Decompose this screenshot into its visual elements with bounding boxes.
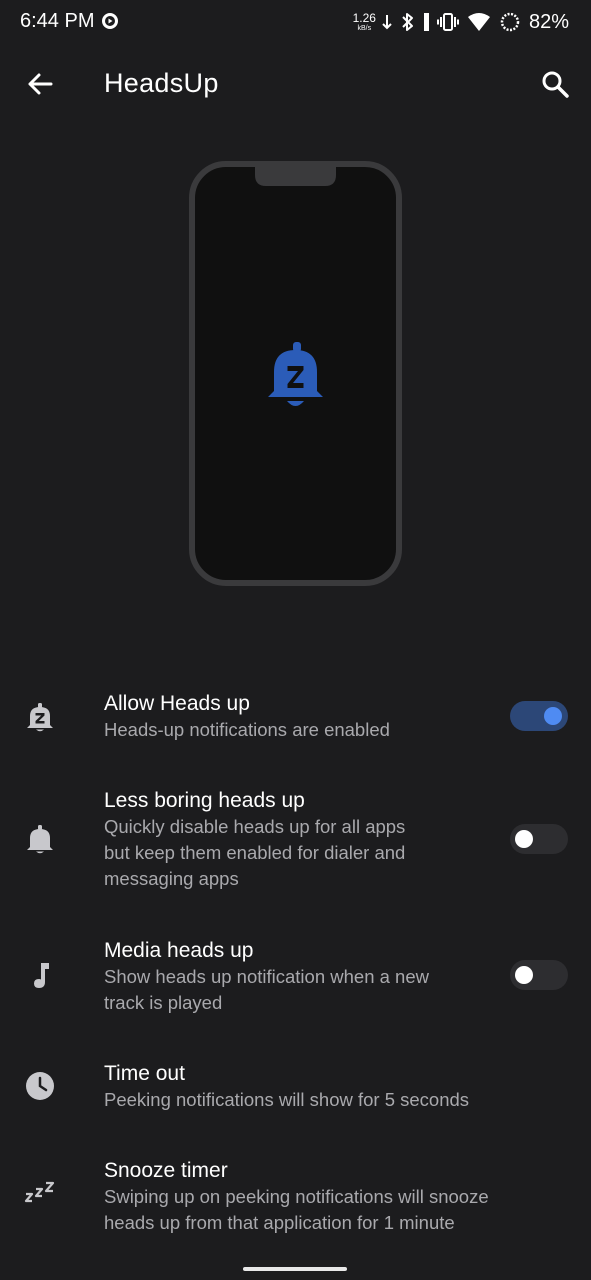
toggle-thumb	[515, 966, 533, 984]
setting-text: Media heads up Show heads up notificatio…	[104, 938, 504, 1016]
setting-title: Less boring heads up	[104, 789, 305, 812]
music-note-icon	[34, 963, 49, 988]
battery-icon	[500, 12, 520, 32]
setting-summary-line: messaging apps	[104, 868, 239, 889]
setting-text: Allow Heads up Heads-up notifications ar…	[104, 691, 504, 743]
less-boring-heads-up-toggle[interactable]	[510, 824, 568, 854]
status-time: 6:44 PM	[20, 10, 95, 32]
status-icons: 1.26 kB/s 82%	[353, 9, 569, 35]
setting-summary-line: heads up from that application for 1 min…	[104, 1212, 455, 1233]
bluetooth-icon	[402, 13, 413, 31]
app-bar: HeadsUp	[0, 44, 591, 124]
setting-media-heads-up[interactable]: Media heads up Show heads up notificatio…	[0, 936, 591, 1016]
page-title: HeadsUp	[104, 68, 219, 98]
setting-title: Time out	[104, 1062, 185, 1085]
toggle-thumb	[544, 707, 562, 725]
allow-heads-up-toggle[interactable]	[510, 701, 568, 731]
download-arrow-icon	[382, 15, 392, 30]
setting-less-boring-heads-up[interactable]: Less boring heads up Quickly disable hea…	[0, 786, 591, 896]
setting-text: Less boring heads up Quickly disable hea…	[104, 788, 504, 892]
setting-time-out[interactable]: Time out Peeking notifications will show…	[0, 1060, 591, 1116]
setting-summary: Peeking notifications will show for 5 se…	[104, 1089, 470, 1110]
setting-title: Snooze timer	[104, 1159, 228, 1182]
setting-text: Time out Peeking notifications will show…	[104, 1061, 524, 1113]
zzz-icon	[24, 1181, 55, 1203]
toggle-thumb	[515, 830, 533, 848]
signal-bar-icon	[423, 13, 429, 31]
phone-illustration	[189, 161, 402, 586]
media-icon	[102, 13, 118, 29]
setting-title: Allow Heads up	[104, 692, 250, 715]
net-speed-value: 1.26	[352, 11, 376, 25]
search-icon[interactable]	[539, 68, 571, 100]
media-heads-up-toggle[interactable]	[510, 960, 568, 990]
setting-summary-line: but keep them enabled for dialer and	[104, 842, 406, 863]
status-bar: 6:44 PM 1.26 kB/s 82%	[0, 0, 591, 44]
screen: 6:44 PM 1.26 kB/s 82% HeadsUp Allow Head…	[0, 0, 591, 1280]
arrow-back-icon[interactable]	[24, 68, 56, 100]
battery-percent: 82%	[528, 10, 569, 33]
setting-summary-line: Swiping up on peeking notifications will…	[104, 1186, 489, 1207]
clock-icon	[26, 1072, 54, 1100]
setting-title: Media heads up	[104, 939, 254, 962]
bell-snooze-icon	[27, 703, 53, 732]
vibrate-icon	[436, 13, 459, 31]
setting-text: Snooze timer Swiping up on peeking notif…	[104, 1158, 564, 1236]
setting-summary-line: Quickly disable heads up for all apps	[104, 816, 406, 837]
setting-snooze-timer[interactable]: Snooze timer Swiping up on peeking notif…	[0, 1156, 591, 1236]
setting-summary-line: track is played	[104, 992, 223, 1013]
bell-icon	[27, 825, 53, 854]
setting-summary: Heads-up notifications are enabled	[104, 719, 390, 740]
net-speed-unit: kB/s	[357, 25, 372, 32]
wifi-icon	[467, 13, 490, 31]
setting-summary-line: Show heads up notification when a new	[104, 966, 429, 987]
net-speed: 1.26 kB/s	[353, 12, 376, 32]
setting-allow-heads-up[interactable]: Allow Heads up Heads-up notifications ar…	[0, 688, 591, 748]
navigation-handle[interactable]	[243, 1267, 347, 1271]
